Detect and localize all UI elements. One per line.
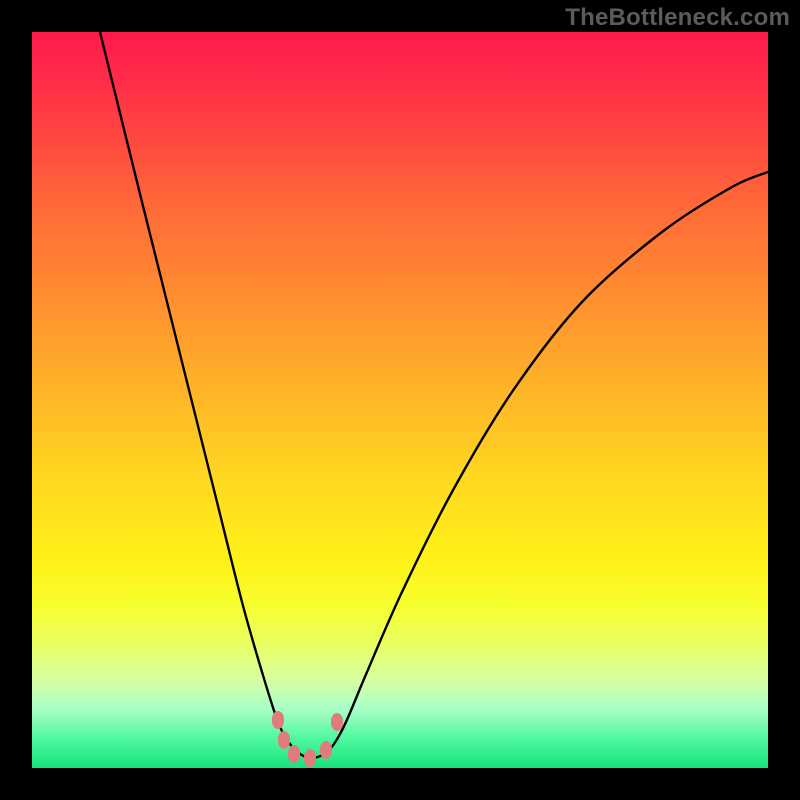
curve-marker [304,749,316,767]
plot-area [32,32,768,768]
curve-markers [272,711,343,767]
curve-marker [278,731,290,749]
curve-marker [331,713,343,731]
watermark-text: TheBottleneck.com [565,4,790,32]
bottleneck-curve [100,32,768,758]
chart-frame: TheBottleneck.com [0,0,800,800]
curve-layer [32,32,768,768]
curve-marker [272,711,284,729]
curve-marker [288,745,300,763]
curve-marker [320,741,332,759]
